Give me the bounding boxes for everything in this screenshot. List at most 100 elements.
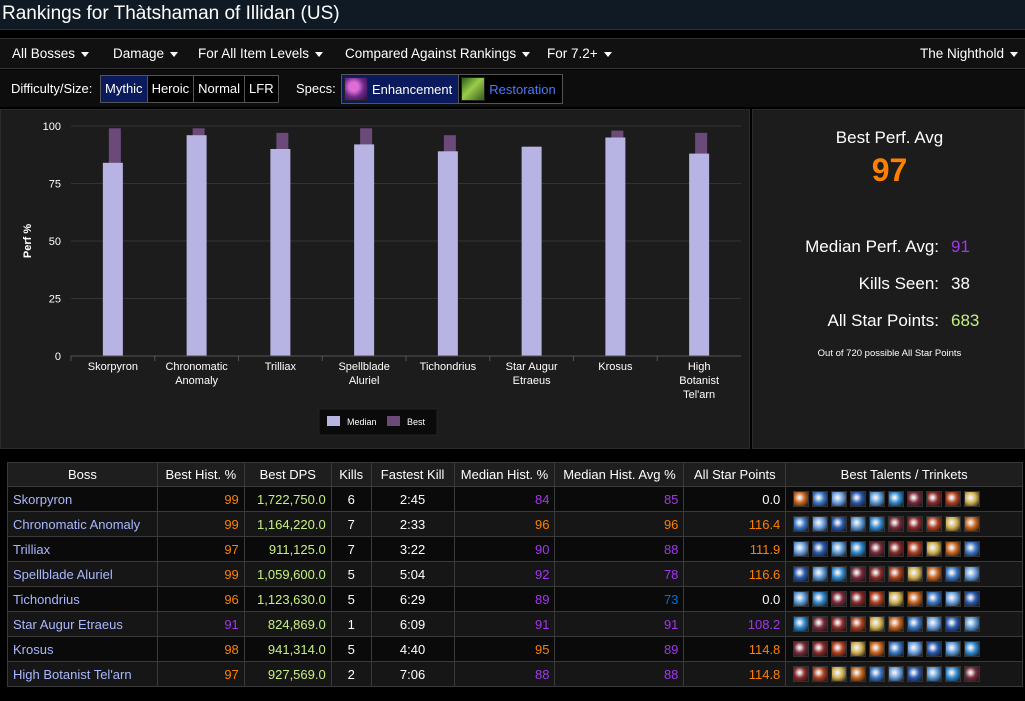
talent-icon[interactable] bbox=[831, 566, 848, 582]
item-level-dropdown[interactable]: For All Item Levels bbox=[198, 46, 324, 61]
talent-icon[interactable] bbox=[945, 541, 962, 557]
header-median-hist[interactable]: Median Hist. % bbox=[453, 462, 556, 487]
talent-icon[interactable] bbox=[850, 516, 867, 532]
talent-icon[interactable] bbox=[907, 566, 924, 582]
talent-icon[interactable] bbox=[869, 566, 886, 582]
difficulty-lfr-button[interactable]: LFR bbox=[245, 76, 278, 102]
talent-icon[interactable] bbox=[907, 491, 924, 507]
boss-name-link[interactable]: Trilliax bbox=[7, 536, 158, 562]
talent-icon[interactable] bbox=[907, 541, 924, 557]
boss-name-link[interactable]: Spellblade Aluriel bbox=[7, 561, 158, 587]
talent-icon[interactable] bbox=[812, 566, 829, 582]
talent-icon[interactable] bbox=[964, 491, 981, 507]
spec-restoration-button[interactable]: Restoration bbox=[459, 75, 562, 103]
talent-icon[interactable] bbox=[793, 641, 810, 657]
talent-icon[interactable] bbox=[869, 616, 886, 632]
boss-name-link[interactable]: Tichondrius bbox=[7, 586, 158, 612]
spec-enhancement-button[interactable]: Enhancement bbox=[342, 75, 460, 103]
talent-icon[interactable] bbox=[850, 541, 867, 557]
talent-icon[interactable] bbox=[831, 641, 848, 657]
difficulty-mythic-button[interactable]: Mythic bbox=[101, 76, 148, 102]
talent-icon[interactable] bbox=[812, 591, 829, 607]
talent-icon[interactable] bbox=[793, 666, 810, 682]
talent-icon[interactable] bbox=[812, 666, 829, 682]
talent-icon[interactable] bbox=[907, 666, 924, 682]
talent-icon[interactable] bbox=[831, 516, 848, 532]
talent-icon[interactable] bbox=[850, 616, 867, 632]
talent-icon[interactable] bbox=[945, 591, 962, 607]
talent-icon[interactable] bbox=[812, 516, 829, 532]
talent-icon[interactable] bbox=[926, 666, 943, 682]
talent-icon[interactable] bbox=[945, 666, 962, 682]
talent-icon[interactable] bbox=[888, 641, 905, 657]
talent-icon[interactable] bbox=[964, 666, 981, 682]
header-median-hist-avg[interactable]: Median Hist. Avg % bbox=[554, 462, 685, 487]
talent-icon[interactable] bbox=[793, 566, 810, 582]
talent-icon[interactable] bbox=[964, 616, 981, 632]
talent-icon[interactable] bbox=[926, 641, 943, 657]
talent-icon[interactable] bbox=[907, 641, 924, 657]
patch-dropdown[interactable]: For 7.2+ bbox=[547, 46, 612, 61]
bosses-dropdown[interactable]: All Bosses bbox=[12, 46, 90, 61]
boss-name-link[interactable]: Star Augur Etraeus bbox=[7, 611, 158, 637]
talent-icon[interactable] bbox=[869, 541, 886, 557]
talent-icon[interactable] bbox=[926, 591, 943, 607]
talent-icon[interactable] bbox=[793, 491, 810, 507]
talent-icon[interactable] bbox=[850, 666, 867, 682]
header-best-hist[interactable]: Best Hist. % bbox=[156, 462, 245, 487]
talent-icon[interactable] bbox=[907, 616, 924, 632]
boss-name-link[interactable]: Chronomatic Anomaly bbox=[7, 511, 158, 537]
talent-icon[interactable] bbox=[888, 591, 905, 607]
difficulty-heroic-button[interactable]: Heroic bbox=[147, 76, 195, 102]
talent-icon[interactable] bbox=[888, 541, 905, 557]
talent-icon[interactable] bbox=[945, 491, 962, 507]
talent-icon[interactable] bbox=[831, 591, 848, 607]
talent-icon[interactable] bbox=[907, 516, 924, 532]
talent-icon[interactable] bbox=[945, 616, 962, 632]
talent-icon[interactable] bbox=[850, 491, 867, 507]
talent-icon[interactable] bbox=[964, 541, 981, 557]
talent-icon[interactable] bbox=[869, 666, 886, 682]
talent-icon[interactable] bbox=[926, 616, 943, 632]
talent-icon[interactable] bbox=[831, 616, 848, 632]
header-boss[interactable]: Boss bbox=[7, 462, 158, 487]
talent-icon[interactable] bbox=[793, 591, 810, 607]
talent-icon[interactable] bbox=[812, 541, 829, 557]
difficulty-normal-button[interactable]: Normal bbox=[194, 76, 246, 102]
talent-icon[interactable] bbox=[850, 566, 867, 582]
talent-icon[interactable] bbox=[812, 616, 829, 632]
header-all-star-points[interactable]: All Star Points bbox=[683, 462, 787, 487]
talent-icon[interactable] bbox=[831, 666, 848, 682]
talent-icon[interactable] bbox=[812, 491, 829, 507]
talent-icon[interactable] bbox=[888, 516, 905, 532]
zone-dropdown[interactable]: The Nighthold bbox=[920, 46, 1019, 61]
talent-icon[interactable] bbox=[926, 516, 943, 532]
talent-icon[interactable] bbox=[926, 566, 943, 582]
talent-icon[interactable] bbox=[888, 566, 905, 582]
talent-icon[interactable] bbox=[888, 666, 905, 682]
talent-icon[interactable] bbox=[888, 491, 905, 507]
talent-icon[interactable] bbox=[888, 616, 905, 632]
talent-icon[interactable] bbox=[945, 641, 962, 657]
talent-icon[interactable] bbox=[907, 591, 924, 607]
talent-icon[interactable] bbox=[964, 566, 981, 582]
talent-icon[interactable] bbox=[869, 641, 886, 657]
talent-icon[interactable] bbox=[926, 491, 943, 507]
talent-icon[interactable] bbox=[926, 541, 943, 557]
talent-icon[interactable] bbox=[945, 566, 962, 582]
header-best-dps[interactable]: Best DPS bbox=[243, 462, 332, 487]
talent-icon[interactable] bbox=[850, 641, 867, 657]
talent-icon[interactable] bbox=[945, 516, 962, 532]
talent-icon[interactable] bbox=[793, 616, 810, 632]
talent-icon[interactable] bbox=[964, 516, 981, 532]
boss-name-link[interactable]: Skorpyron bbox=[7, 486, 158, 512]
boss-name-link[interactable]: High Botanist Tel'arn bbox=[7, 661, 158, 687]
talent-icon[interactable] bbox=[793, 516, 810, 532]
boss-name-link[interactable]: Krosus bbox=[7, 636, 158, 662]
talent-icon[interactable] bbox=[812, 641, 829, 657]
talent-icon[interactable] bbox=[964, 591, 981, 607]
metric-dropdown[interactable]: Damage bbox=[113, 46, 179, 61]
header-fastest-kill[interactable]: Fastest Kill bbox=[370, 462, 455, 487]
compare-dropdown[interactable]: Compared Against Rankings bbox=[345, 46, 531, 61]
talent-icon[interactable] bbox=[831, 491, 848, 507]
